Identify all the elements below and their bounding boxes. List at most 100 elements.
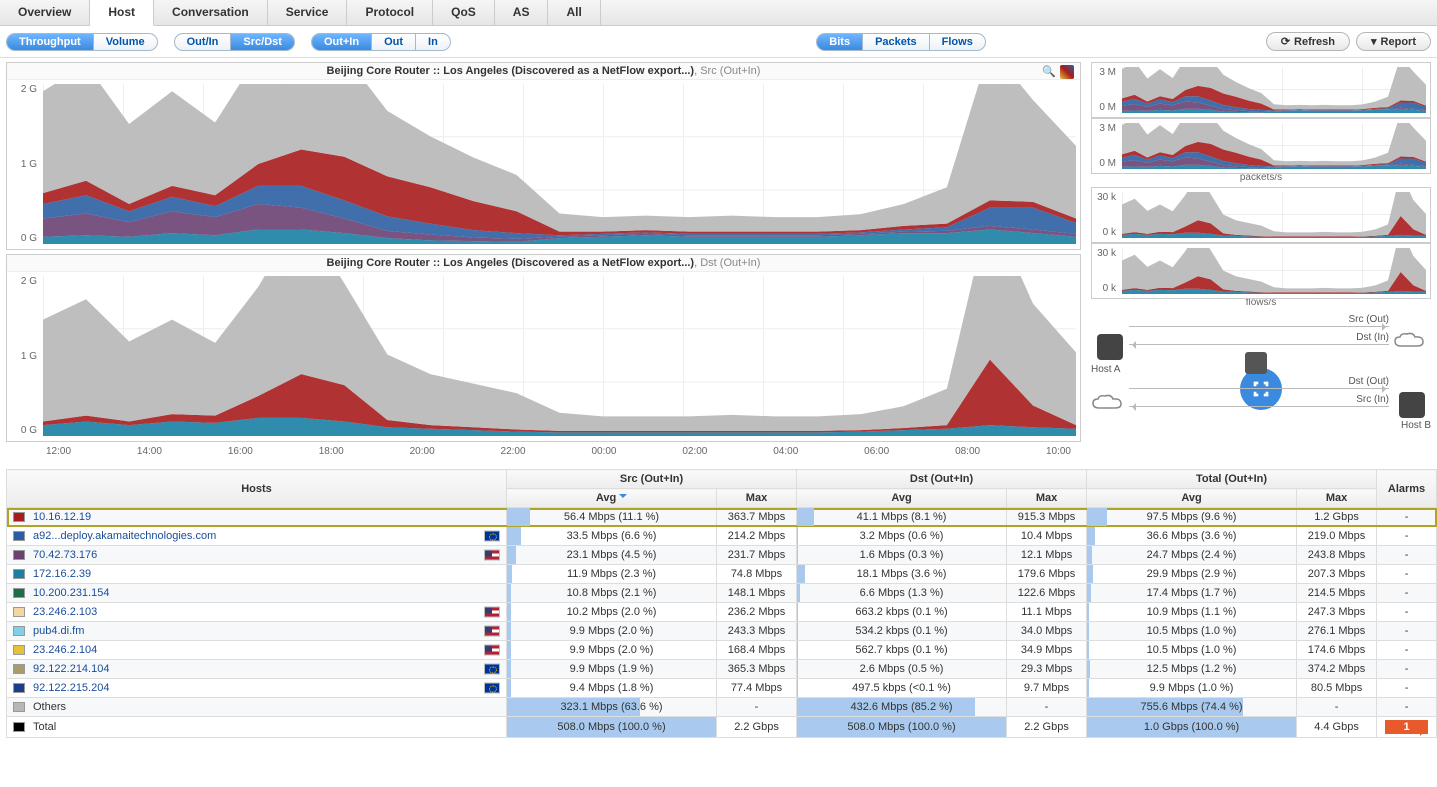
host-link[interactable]: 23.246.2.103 (33, 606, 97, 618)
zoom-icon[interactable]: 🔍 (1042, 65, 1056, 79)
mini-chart-2[interactable]: 30 k0 k (1091, 187, 1431, 243)
chart-menu-icon[interactable] (1060, 65, 1074, 79)
flag-icon (484, 607, 500, 618)
report-button[interactable]: ▾ Report (1356, 32, 1431, 51)
host-cell: 70.42.73.176 (7, 546, 507, 565)
tab-protocol[interactable]: Protocol (347, 0, 433, 25)
y-ticks: 2 G1 G0 G (7, 80, 41, 248)
col-tot-avg[interactable]: Avg (1087, 489, 1297, 508)
table-row[interactable]: Total508.0 Mbps (100.0 %)2.2 Gbps508.0 M… (7, 717, 1437, 738)
host-link[interactable]: 10.200.231.154 (33, 587, 109, 599)
cloud-icon (1393, 332, 1425, 352)
host-b-icon (1399, 392, 1425, 418)
host-cell: 92.122.215.204 (7, 679, 507, 698)
tab-all[interactable]: All (548, 0, 600, 25)
hosts-table: Hosts Src (Out+In) Dst (Out+In) Total (O… (6, 469, 1437, 738)
refresh-label: Refresh (1294, 36, 1335, 48)
chart-plot[interactable] (43, 276, 1076, 436)
table-row[interactable]: 10.200.231.15410.8 Mbps (2.1 %)148.1 Mbp… (7, 584, 1437, 603)
host-cell: Total (7, 717, 507, 738)
host-link[interactable]: a92...deploy.akamaitechnologies.com (33, 530, 216, 542)
tab-qos[interactable]: QoS (433, 0, 495, 25)
col-src-max[interactable]: Max (717, 489, 797, 508)
host-cell: 10.16.12.19 (7, 508, 507, 527)
flag-icon (484, 664, 500, 675)
host-link[interactable]: 92.122.215.204 (33, 682, 109, 694)
refresh-icon: ⟳ (1281, 35, 1290, 48)
toggle-throughput[interactable]: Throughput (7, 34, 94, 50)
flag-icon (484, 531, 500, 542)
host-link[interactable]: 92.122.214.104 (33, 663, 109, 675)
toggle-out[interactable]: Out (372, 34, 416, 50)
arrow-dst-out (1129, 388, 1389, 389)
src-out-label: Src (Out) (1348, 314, 1389, 325)
tab-overview[interactable]: Overview (0, 0, 90, 25)
chart-src-title: Beijing Core Router :: Los Angeles (Disc… (7, 63, 1080, 80)
host-link[interactable]: 70.42.73.176 (33, 549, 97, 561)
mini-chart-0[interactable]: 3 M0 M (1091, 62, 1431, 118)
host-link[interactable]: 10.16.12.19 (33, 511, 91, 523)
toggle-packets[interactable]: Packets (863, 34, 930, 50)
flag-icon (484, 550, 500, 561)
mini-chart-1[interactable]: 3 M0 M (1091, 118, 1431, 174)
table-row[interactable]: Others323.1 Mbps (63.6 %)-432.6 Mbps (85… (7, 698, 1437, 717)
chart-dst-title: Beijing Core Router :: Los Angeles (Disc… (7, 255, 1080, 272)
table-row[interactable]: 70.42.73.17623.1 Mbps (4.5 %)231.7 Mbps1… (7, 546, 1437, 565)
col-src-avg[interactable]: Avg (507, 489, 717, 508)
dst-in-label: Dst (In) (1356, 332, 1389, 343)
col-dst-max[interactable]: Max (1007, 489, 1087, 508)
toggle-flows[interactable]: Flows (930, 34, 985, 50)
table-row[interactable]: 23.246.2.10310.2 Mbps (2.0 %)236.2 Mbps6… (7, 603, 1437, 622)
refresh-button[interactable]: ⟳ Refresh (1266, 32, 1350, 51)
table-row[interactable]: 10.16.12.1956.4 Mbps (11.1 %)363.7 Mbps4… (7, 508, 1437, 527)
col-total: Total (Out+In) (1087, 470, 1377, 489)
table-row[interactable]: a92...deploy.akamaitechnologies.com33.5 … (7, 527, 1437, 546)
chart-src[interactable]: Beijing Core Router :: Los Angeles (Disc… (6, 62, 1081, 250)
host-cell: Others (7, 698, 507, 717)
toggle-in[interactable]: In (416, 34, 450, 50)
host-link[interactable]: pub4.di.fm (33, 625, 84, 637)
host-cell: 172.16.2.39 (7, 565, 507, 584)
direction1-toggle: Out/InSrc/Dst (174, 33, 295, 51)
unit-toggle: BitsPacketsFlows (816, 33, 986, 51)
alarm-badge[interactable]: 1 (1385, 720, 1427, 734)
host-cell: a92...deploy.akamaitechnologies.com (7, 527, 507, 546)
tab-service[interactable]: Service (268, 0, 348, 25)
cloud-icon (1091, 394, 1123, 414)
mini-chart-3[interactable]: 30 k0 k (1091, 243, 1431, 299)
flow-diagram: Host A Host B Src (Out) Dst (In) Dst (Ou… (1091, 316, 1431, 461)
col-dst-avg[interactable]: Avg (797, 489, 1007, 508)
tab-as[interactable]: AS (495, 0, 549, 25)
tab-conversation[interactable]: Conversation (154, 0, 268, 25)
col-alarms[interactable]: Alarms (1377, 470, 1437, 508)
report-label: Report (1381, 36, 1416, 48)
table-row[interactable]: 172.16.2.3911.9 Mbps (2.3 %)74.8 Mbps18.… (7, 565, 1437, 584)
host-cell: 92.122.214.104 (7, 660, 507, 679)
chart-plot[interactable] (43, 84, 1076, 244)
toggle-bits[interactable]: Bits (817, 34, 863, 50)
host-link[interactable]: 23.246.2.104 (33, 644, 97, 656)
tab-host[interactable]: Host (90, 0, 154, 26)
table-row[interactable]: 92.122.214.1049.9 Mbps (1.9 %)365.3 Mbps… (7, 660, 1437, 679)
arrow-src-in (1129, 406, 1389, 407)
table-row[interactable]: pub4.di.fm9.9 Mbps (2.0 %)243.3 Mbps534.… (7, 622, 1437, 641)
host-a-label: Host A (1091, 364, 1120, 375)
col-hosts[interactable]: Hosts (7, 470, 507, 508)
host-link[interactable]: 172.16.2.39 (33, 568, 91, 580)
host-cell: 10.200.231.154 (7, 584, 507, 603)
col-tot-max[interactable]: Max (1297, 489, 1377, 508)
toggle-volume[interactable]: Volume (94, 34, 157, 50)
flag-icon (484, 626, 500, 637)
toggle-out-in[interactable]: Out/In (175, 34, 232, 50)
chart-dst[interactable]: Beijing Core Router :: Los Angeles (Disc… (6, 254, 1081, 442)
chevron-down-icon: ▾ (1371, 35, 1377, 48)
sort-desc-icon (619, 494, 627, 502)
toggle-out-in[interactable]: Out+In (312, 34, 372, 50)
table-row[interactable]: 92.122.215.2049.4 Mbps (1.8 %)77.4 Mbps4… (7, 679, 1437, 698)
table-row[interactable]: 23.246.2.1049.9 Mbps (2.0 %)168.4 Mbps56… (7, 641, 1437, 660)
y-ticks: 2 G1 G0 G (7, 272, 41, 440)
toggle-src-dst[interactable]: Src/Dst (231, 34, 294, 50)
host-cell: pub4.di.fm (7, 622, 507, 641)
toolbar: ThroughputVolume Out/InSrc/Dst Out+InOut… (0, 26, 1437, 58)
interface-icon (1245, 352, 1267, 374)
